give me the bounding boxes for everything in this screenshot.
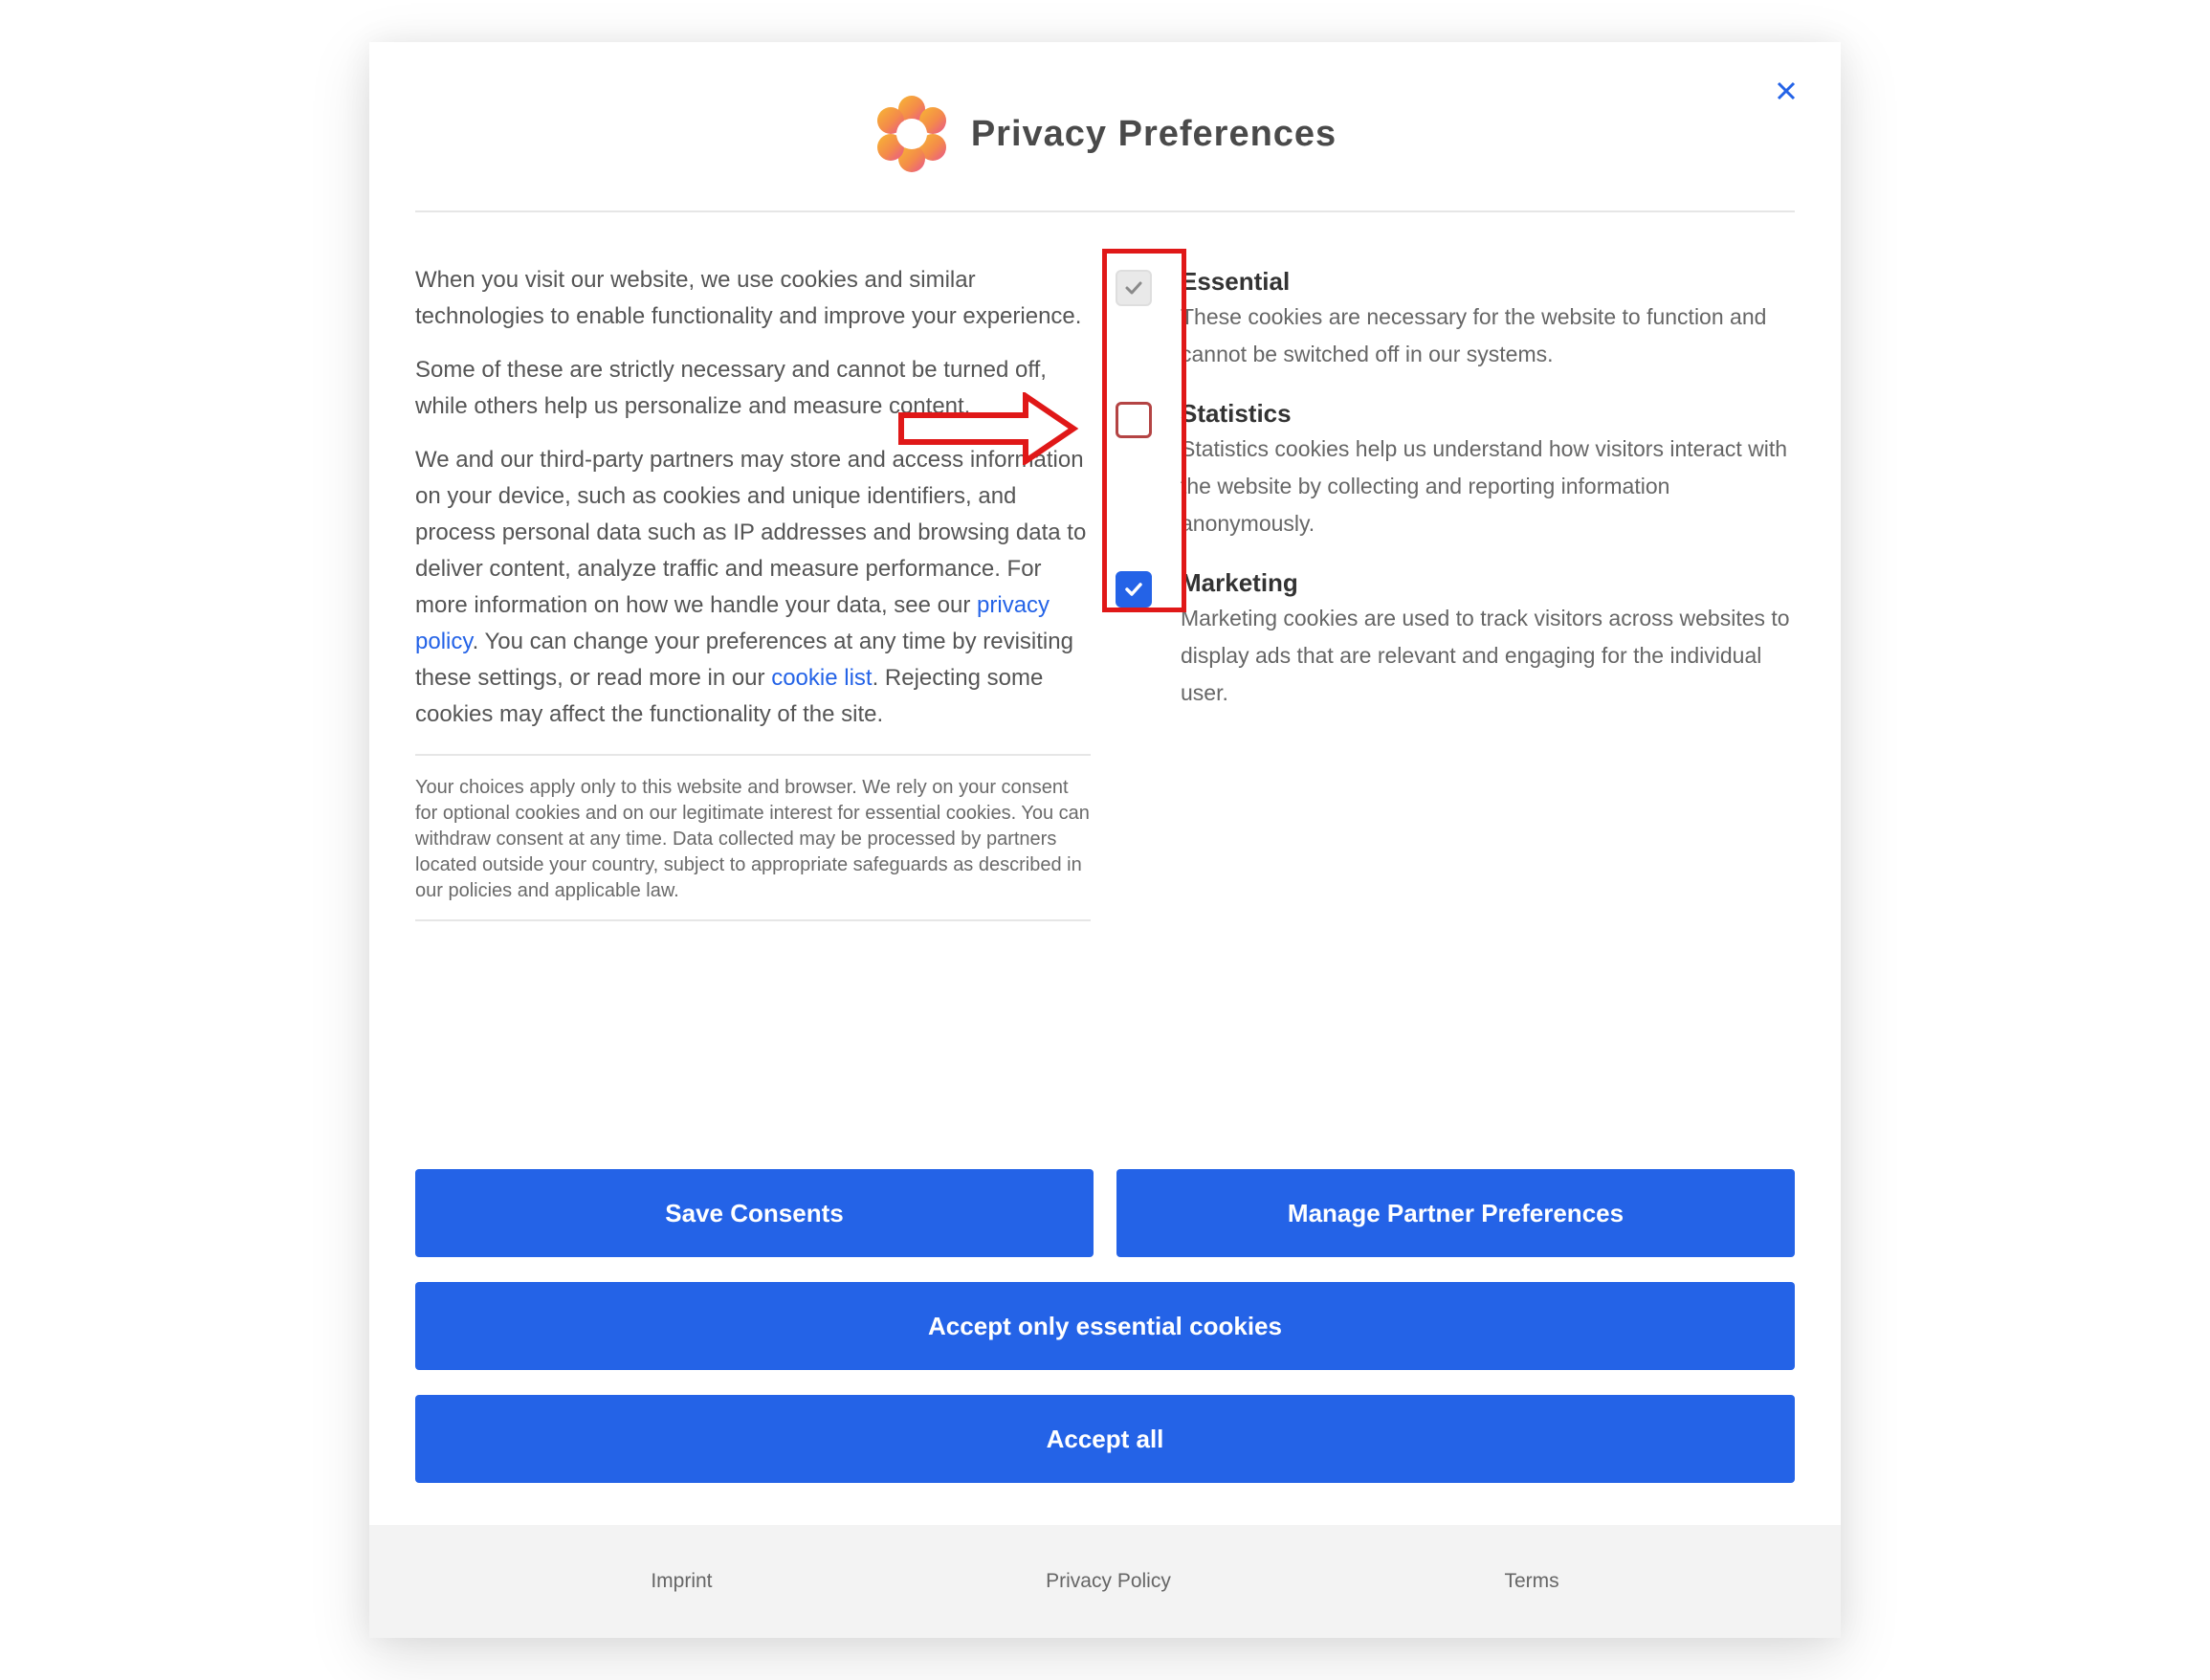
brand: Privacy Preferences — [873, 96, 1337, 172]
footer-link-privacy[interactable]: Privacy Policy — [1046, 1570, 1171, 1593]
category-marketing: Marketing Marketing cookies are used to … — [1108, 565, 1795, 712]
cookie-list-link[interactable]: cookie list — [771, 665, 872, 691]
action-buttons: Save Consents Manage Partner Preferences… — [415, 1169, 1795, 1508]
consent-categories: Essential These cookies are necessary fo… — [1108, 264, 1795, 735]
category-description: Marketing cookies are used to track visi… — [1181, 606, 1790, 705]
dialog-header: Privacy Preferences — [415, 92, 1795, 212]
category-essential: Essential These cookies are necessary fo… — [1108, 264, 1795, 373]
dialog-title: Privacy Preferences — [970, 113, 1337, 154]
accept-essential-button[interactable]: Accept only essential cookies — [415, 1282, 1795, 1370]
category-title: Essential — [1181, 267, 1291, 296]
intro-paragraph-1: When you visit our website, we use cooki… — [415, 267, 1082, 329]
dialog-footer: Imprint Privacy Policy Terms — [369, 1525, 1841, 1638]
intro-paragraph-3: We and our third-party partners may stor… — [415, 442, 1091, 733]
category-description: These cookies are necessary for the webs… — [1181, 304, 1767, 366]
accept-all-button[interactable]: Accept all — [415, 1395, 1795, 1483]
footer-link-imprint[interactable]: Imprint — [651, 1570, 712, 1593]
annotation-highlight-box — [1102, 249, 1186, 612]
category-title: Statistics — [1181, 399, 1292, 428]
footer-link-terms[interactable]: Terms — [1504, 1570, 1558, 1593]
page: Privacy Preferences When you visit our w… — [0, 0, 2210, 1680]
category-title: Marketing — [1181, 568, 1298, 597]
manage-partners-button[interactable]: Manage Partner Preferences — [1116, 1169, 1795, 1257]
small-print: Your choices apply only to this website … — [415, 756, 1091, 921]
category-statistics: Statistics Statistics cookies help us un… — [1108, 396, 1795, 542]
category-description: Statistics cookies help us understand ho… — [1181, 436, 1788, 536]
privacy-preferences-dialog: Privacy Preferences When you visit our w… — [369, 42, 1841, 1638]
button-row: Save Consents Manage Partner Preferences — [415, 1169, 1795, 1257]
annotation-arrow-icon — [898, 392, 1079, 465]
intro-text-column: When you visit our website, we use cooki… — [415, 262, 1091, 921]
save-consents-button[interactable]: Save Consents — [415, 1169, 1094, 1257]
flower-logo-icon — [876, 96, 946, 172]
